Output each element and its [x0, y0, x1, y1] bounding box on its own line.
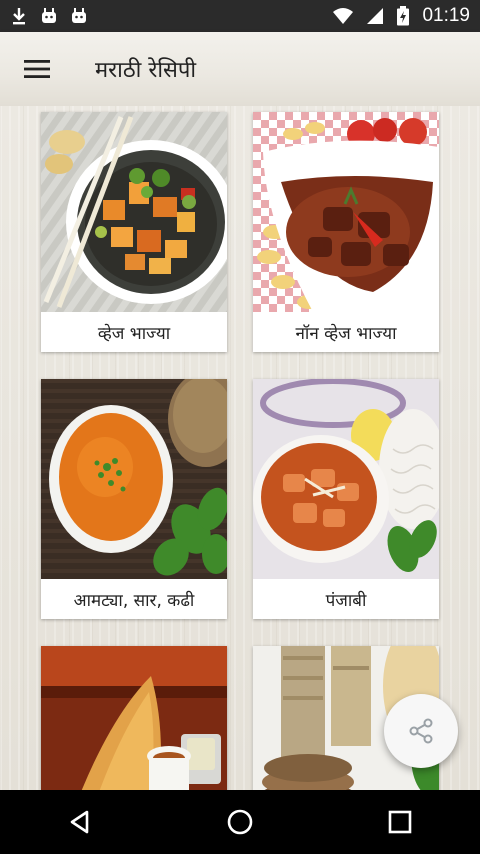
- category-card-punjabi[interactable]: पंजाबी: [253, 379, 439, 619]
- status-bar: 01:19: [0, 0, 480, 32]
- android-icon: [70, 7, 88, 25]
- category-label: पंजाबी: [253, 579, 439, 619]
- category-label: व्हेज भाज्या: [41, 312, 227, 352]
- share-icon: [409, 718, 433, 744]
- veg-curry-image: [41, 112, 227, 312]
- app-bar: मराठी रेसिपी: [0, 32, 480, 106]
- soup-image: [41, 379, 227, 579]
- page-title: मराठी रेसिपी: [95, 58, 197, 83]
- signal-icon: [366, 7, 384, 25]
- back-button[interactable]: [48, 790, 112, 854]
- dosa-image: [41, 646, 227, 790]
- recents-icon: [388, 810, 412, 834]
- category-label: आमट्या, सार, कढी: [41, 579, 227, 619]
- back-icon: [70, 810, 89, 834]
- paneer-curry-image: [253, 379, 439, 579]
- category-grid: व्हेज भाज्या नॉन व्हेज भाज्या आमट्या, सा…: [0, 106, 480, 790]
- category-card-veg[interactable]: व्हेज भाज्या: [41, 112, 227, 352]
- wifi-icon: [332, 7, 354, 25]
- share-button[interactable]: [384, 694, 458, 768]
- system-nav-bar: [0, 790, 480, 854]
- meat-curry-image: [253, 112, 439, 312]
- hamburger-menu-button[interactable]: [13, 45, 61, 93]
- home-icon: [227, 809, 253, 835]
- category-card-dosa[interactable]: [41, 646, 227, 790]
- category-card-soup[interactable]: आमट्या, सार, कढी: [41, 379, 227, 619]
- category-label: नॉन व्हेज भाज्या: [253, 312, 439, 352]
- home-button[interactable]: [208, 790, 272, 854]
- status-time: 01:19: [422, 5, 470, 26]
- status-left-icons: [10, 7, 88, 25]
- hamburger-menu-icon: [24, 60, 50, 78]
- download-icon: [10, 7, 28, 25]
- android-icon: [40, 7, 58, 25]
- status-right-icons: 01:19: [332, 5, 470, 27]
- battery-icon: [396, 6, 410, 26]
- recents-button[interactable]: [368, 790, 432, 854]
- category-card-nonveg[interactable]: नॉन व्हेज भाज्या: [253, 112, 439, 352]
